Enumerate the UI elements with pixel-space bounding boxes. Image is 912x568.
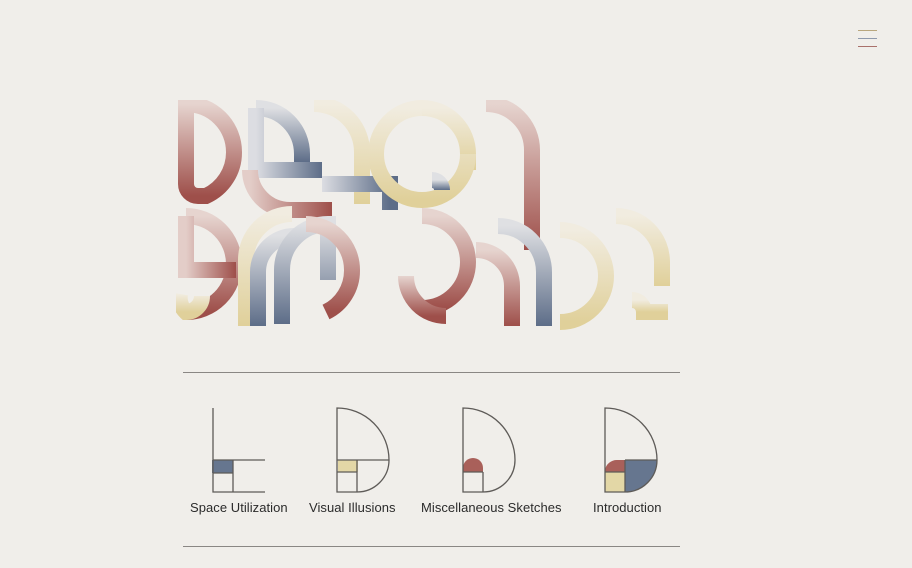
page: Space Utilization Visual Illusions Misce… [0,0,912,568]
top-divider [183,372,680,373]
nav-label-miscellaneous-sketches: Miscellaneous Sketches [421,500,562,515]
hamburger-icon-line-bottom [858,46,877,47]
nav-item-introduction[interactable]: Introduction [585,400,680,520]
bottom-divider [183,546,680,547]
nav-item-space-utilization[interactable]: Space Utilization [183,400,295,520]
nav-item-miscellaneous-sketches[interactable]: Miscellaneous Sketches [417,400,567,520]
nav-label-introduction: Introduction [593,500,662,515]
space-utilization-icon [212,408,265,493]
nav-label-visual-illusions: Visual Illusions [309,500,396,515]
section-nav: Space Utilization Visual Illusions Misce… [183,400,680,530]
introduction-icon [604,407,658,493]
hamburger-icon-line-top [858,30,877,31]
hamburger-icon-line-middle [858,38,877,39]
visual-illusions-icon [336,407,390,493]
nav-label-space-utilization: Space Utilization [190,500,288,515]
design-playground-logo[interactable] [176,100,680,332]
nav-item-visual-illusions[interactable]: Visual Illusions [305,400,405,520]
miscellaneous-sketches-icon [462,407,516,493]
menu-button[interactable] [856,28,880,50]
